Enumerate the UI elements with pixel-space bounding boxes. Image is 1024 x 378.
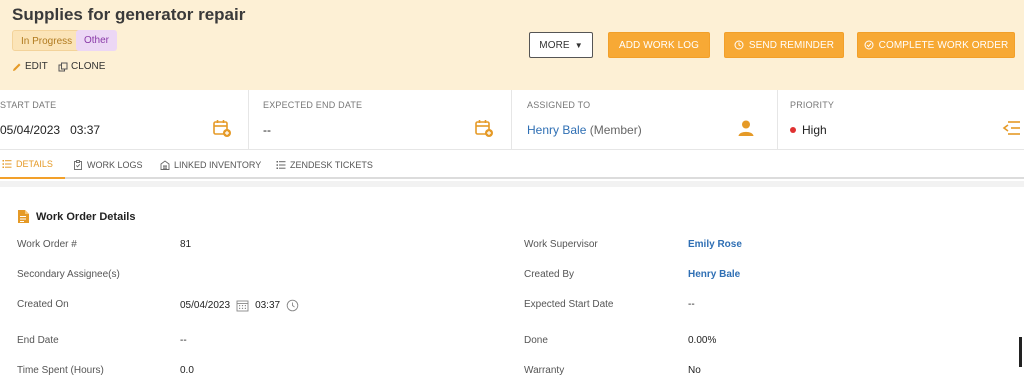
- tab-work-logs[interactable]: WORK LOGS: [73, 150, 143, 179]
- priority-text: High: [802, 123, 827, 137]
- assignee-role: (Member): [589, 123, 642, 137]
- created-by-label: Created By: [524, 269, 575, 280]
- expected-start-date-value: --: [688, 299, 695, 310]
- priority-list-icon[interactable]: [1002, 118, 1022, 138]
- work-order-summary: START DATE 05/04/2023 03:37 EXPECTED END…: [0, 90, 1024, 150]
- priority-value: High: [790, 123, 827, 137]
- clipboard-icon: [74, 159, 82, 170]
- user-icon[interactable]: [736, 118, 756, 138]
- status-badge: In Progress: [12, 30, 82, 51]
- copy-icon: [58, 62, 68, 71]
- created-on-date: 05/04/2023: [180, 300, 231, 311]
- secondary-assignee-label: Secondary Assignee(s): [17, 269, 120, 280]
- tab-bar: DETAILS WORK LOGS LINKED INVENTORY ZENDE…: [0, 150, 1024, 179]
- scrollbar-thumb[interactable]: [1019, 337, 1022, 367]
- document-icon: [18, 210, 29, 223]
- tab-zendesk-tickets-label: ZENDESK TICKETS: [290, 159, 373, 170]
- assigned-to-value: Henry Bale (Member): [527, 123, 642, 137]
- tab-zendesk-tickets[interactable]: ZENDESK TICKETS: [276, 150, 373, 179]
- clock-icon[interactable]: [286, 299, 299, 312]
- list-icon: [2, 159, 12, 168]
- assigned-to-label: ASSIGNED TO: [527, 100, 591, 110]
- pencil-icon: [13, 63, 21, 71]
- more-button-label: MORE: [539, 39, 570, 51]
- list-icon: [276, 160, 286, 169]
- calendar-add-icon[interactable]: [474, 118, 494, 138]
- work-supervisor-link[interactable]: Emily Rose: [688, 239, 742, 250]
- add-work-log-label: ADD WORK LOG: [618, 39, 700, 51]
- caret-down-icon: ▼: [574, 40, 583, 50]
- start-date-time: 03:37: [70, 123, 101, 137]
- expected-end-date-label: EXPECTED END DATE: [263, 100, 363, 110]
- section-title: Work Order Details: [17, 209, 135, 224]
- time-spent-label: Time Spent (Hours): [17, 365, 104, 376]
- start-date-label: START DATE: [0, 100, 57, 110]
- warranty-value: No: [688, 365, 701, 376]
- tab-linked-inventory-label: LINKED INVENTORY: [174, 159, 262, 170]
- created-on-value: 05/04/2023 03:37: [180, 299, 299, 312]
- start-date-date: 05/04/2023: [0, 123, 61, 137]
- calendar-add-icon[interactable]: [212, 118, 232, 138]
- complete-work-order-button[interactable]: COMPLETE WORK ORDER: [857, 32, 1015, 58]
- priority-dot-icon: [790, 126, 796, 133]
- more-button[interactable]: MORE ▼: [529, 32, 593, 58]
- expected-end-date-value: --: [263, 123, 271, 137]
- edit-link[interactable]: EDIT: [12, 61, 48, 72]
- tab-linked-inventory[interactable]: LINKED INVENTORY: [160, 150, 261, 179]
- tab-details-label: DETAILS: [16, 158, 53, 169]
- created-on-time: 03:37: [255, 300, 281, 311]
- end-date-label: End Date: [17, 335, 59, 346]
- created-on-label: Created On: [17, 299, 69, 310]
- work-order-number-label: Work Order #: [17, 239, 77, 250]
- work-order-header: Supplies for generator repair In Progres…: [0, 0, 1024, 90]
- clock-icon: [734, 40, 744, 50]
- send-reminder-label: SEND REMINDER: [748, 39, 835, 51]
- calendar-icon[interactable]: [236, 299, 249, 312]
- add-work-log-button[interactable]: ADD WORK LOG: [608, 32, 710, 58]
- edit-label: EDIT: [25, 61, 48, 72]
- time-spent-value: 0.0: [180, 365, 194, 376]
- inventory-icon: [160, 159, 170, 170]
- created-by-link[interactable]: Henry Bale: [688, 269, 740, 280]
- section-title-text: Work Order Details: [36, 210, 136, 223]
- work-supervisor-label: Work Supervisor: [524, 239, 598, 250]
- start-date-value: 05/04/2023 03:37: [0, 123, 100, 137]
- assignee-link[interactable]: Henry Bale: [527, 123, 586, 137]
- category-badge: Other: [76, 30, 118, 51]
- end-date-value: --: [180, 335, 187, 346]
- send-reminder-button[interactable]: SEND REMINDER: [724, 32, 844, 58]
- clone-label: CLONE: [71, 61, 106, 72]
- page-title: Supplies for generator repair: [12, 5, 246, 24]
- done-value: 0.00%: [688, 335, 717, 346]
- tab-work-logs-label: WORK LOGS: [87, 159, 143, 170]
- warranty-label: Warranty: [524, 365, 565, 376]
- work-order-number-value: 81: [180, 239, 192, 250]
- start-date-cell[interactable]: START DATE 05/04/2023 03:37: [0, 90, 249, 150]
- expected-start-date-label: Expected Start Date: [524, 299, 614, 310]
- clone-link[interactable]: CLONE: [58, 61, 105, 72]
- done-label: Done: [524, 335, 548, 346]
- priority-label: PRIORITY: [790, 100, 835, 110]
- assigned-to-cell[interactable]: ASSIGNED TO Henry Bale (Member): [512, 90, 778, 150]
- tab-details[interactable]: DETAILS: [0, 150, 65, 179]
- details-panel: Work Order Details Work Order # 81 Secon…: [0, 181, 1024, 378]
- complete-work-order-label: COMPLETE WORK ORDER: [878, 39, 1009, 51]
- expected-end-date-cell[interactable]: EXPECTED END DATE --: [249, 90, 512, 150]
- check-circle-icon: [864, 40, 874, 50]
- priority-cell[interactable]: PRIORITY High: [778, 90, 1024, 150]
